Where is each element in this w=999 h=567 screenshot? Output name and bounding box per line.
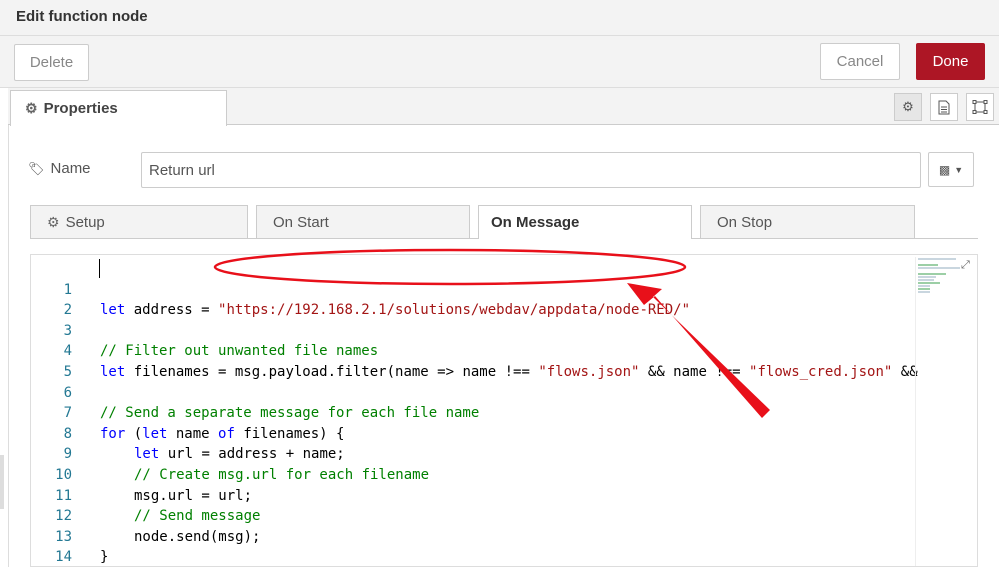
properties-tabbar: ⚙ Properties ⚙ (8, 88, 999, 126)
code-text: } (100, 549, 109, 566)
code-line: 3 // Filter out unwanted file names (31, 300, 911, 360)
tab-properties[interactable]: ⚙ Properties (10, 90, 227, 126)
code-line: 10 msg.url = url; (31, 444, 911, 504)
caret-down-icon: ▼ (954, 164, 964, 175)
gear-icon: ⚙ (47, 213, 60, 230)
code-lines: 1 let address = "https://192.168.2.1/sol… (31, 259, 918, 566)
tab-on-message[interactable]: On Message (478, 205, 692, 239)
appearance-tab-icon[interactable] (966, 93, 994, 121)
name-label-text: Name (50, 160, 91, 177)
tab-on-start-label: On Start (273, 213, 329, 231)
tag-icon: 🏷︎ (28, 160, 45, 176)
dialog-toolbar: Delete Cancel Done (0, 36, 999, 88)
code-minimap[interactable] (915, 257, 963, 566)
code-line: 7 for (let name of filenames) { (31, 383, 911, 442)
code-line: 14 (31, 527, 911, 565)
code-line: 9 // Create msg.url for each filename (31, 424, 911, 483)
tab-on-stop[interactable]: On Stop (700, 205, 915, 238)
tab-on-stop-label: On Stop (717, 213, 773, 231)
code-line: 13 } (31, 506, 911, 566)
cancel-button[interactable]: Cancel (820, 43, 900, 80)
code-line: 5 (31, 341, 911, 380)
name-label: 🏷︎ Name (28, 160, 91, 177)
name-input[interactable]: Return url (141, 152, 921, 188)
tab-properties-label: Properties (43, 100, 118, 117)
gear-icon: ⚙ (25, 100, 38, 116)
description-tab-icon[interactable] (930, 93, 958, 121)
code-line: 12 node.send(msg); (31, 486, 911, 545)
dialog-header: Edit function node (0, 0, 999, 36)
expand-icon[interactable]: ⤢ (961, 259, 970, 272)
settings-tab-icon[interactable]: ⚙ (894, 93, 922, 121)
dialog-title: Edit function node (16, 8, 148, 25)
code-line: 6 // Send a separate message for each fi… (31, 362, 911, 422)
code-editor[interactable]: 1 let address = "https://192.168.2.1/sol… (30, 254, 978, 567)
tab-setup-label: Setup (65, 213, 105, 231)
code-line: 11 // Send message (31, 465, 911, 525)
appearance-icon (972, 100, 988, 114)
library-button[interactable]: ▩ ▼ (928, 152, 974, 187)
line-number: 14 (55, 549, 72, 566)
code-line: 1 let address = "https://192.168.2.1/sol… (31, 259, 911, 319)
tab-on-message-label: On Message (491, 214, 580, 231)
tab-setup[interactable]: ⚙ Setup (30, 205, 248, 238)
code-line: 2 (31, 280, 911, 318)
description-icon (938, 100, 950, 114)
tab-on-start[interactable]: On Start (256, 205, 470, 238)
book-icon: ▩ (938, 162, 951, 177)
delete-button[interactable]: Delete (14, 44, 89, 81)
code-tabs: ⚙ Setup On Start On Message On Stop (30, 205, 978, 239)
text-cursor (99, 259, 100, 278)
code-line: 4 let filenames = msg.payload.filter(nam… (31, 321, 918, 380)
resize-handle[interactable] (0, 455, 4, 509)
code-line: 8 let url = address + name; (31, 403, 911, 463)
gear-icon: ⚙ (902, 99, 914, 114)
done-button[interactable]: Done (916, 43, 985, 80)
panel-border (8, 125, 9, 567)
